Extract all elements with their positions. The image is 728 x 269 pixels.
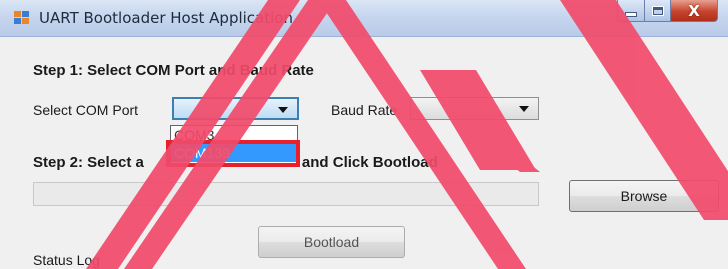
minimize-icon bbox=[625, 12, 637, 17]
minimize-button[interactable] bbox=[617, 0, 645, 22]
close-button[interactable]: X bbox=[671, 0, 718, 22]
file-path-field[interactable] bbox=[33, 182, 539, 206]
com-port-label: Select COM Port bbox=[33, 102, 139, 118]
chevron-down-icon bbox=[519, 106, 529, 112]
window-title: UART Bootloader Host Application bbox=[39, 9, 293, 27]
chevron-down-icon bbox=[278, 107, 288, 113]
com-option-highlighted[interactable]: COM139 bbox=[171, 144, 297, 162]
step1-heading: Step 1: Select COM Port and Baud Rate bbox=[33, 62, 314, 79]
baud-rate-select[interactable] bbox=[410, 97, 539, 120]
window-controls: X bbox=[617, 0, 718, 23]
com-port-dropdown-list: COM3 COM139 bbox=[170, 125, 298, 165]
bootload-button[interactable]: Bootload bbox=[258, 226, 405, 258]
status-log-label: Status Log bbox=[33, 252, 100, 268]
browse-button[interactable]: Browse bbox=[569, 180, 719, 212]
step2-heading-left: Step 2: Select a bbox=[33, 154, 144, 171]
app-icon bbox=[14, 11, 30, 25]
com-port-select[interactable] bbox=[172, 97, 299, 120]
maximize-button[interactable] bbox=[645, 0, 671, 22]
title-bar[interactable]: UART Bootloader Host Application X bbox=[0, 0, 728, 37]
app-window: UART Bootloader Host Application X Step … bbox=[0, 0, 728, 269]
com-option[interactable]: COM3 bbox=[171, 126, 297, 144]
maximize-icon bbox=[651, 5, 664, 16]
close-icon: X bbox=[688, 1, 700, 20]
baud-rate-label: Baud Rate bbox=[331, 102, 398, 118]
